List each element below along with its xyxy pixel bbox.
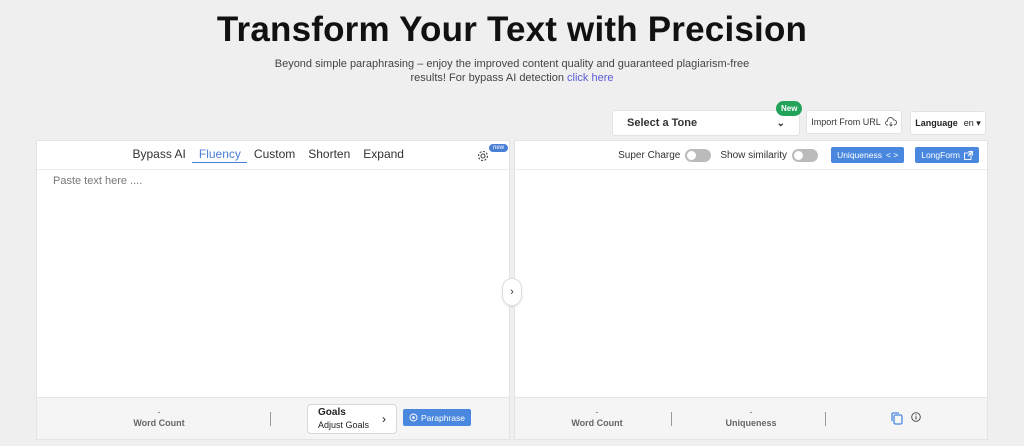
panel-divider xyxy=(37,169,509,170)
settings-new-badge: new xyxy=(489,144,509,152)
chevron-right-icon: › xyxy=(510,286,514,298)
language-label: Language xyxy=(915,118,958,128)
input-panel: Bypass AI Fluency Custom Shorten Expand … xyxy=(36,140,510,440)
subtitle-line-2: results! For bypass AI detection click h… xyxy=(0,71,1024,85)
goals-text: Goals Adjust Goals xyxy=(318,407,369,431)
tab-expand[interactable]: Expand xyxy=(357,147,411,163)
info-icon[interactable] xyxy=(911,412,921,422)
output-toolbar: Super Charge Show similarity Uniqueness … xyxy=(618,147,979,163)
super-charge-label: Super Charge xyxy=(618,149,681,161)
page-title: Transform Your Text with Precision xyxy=(216,10,808,49)
paraphrase-label: Paraphrase xyxy=(421,412,465,423)
longform-button-label: LongForm xyxy=(921,150,960,160)
tone-select[interactable]: Select a Tone ⌄ xyxy=(612,110,800,136)
bypass-ai-link[interactable]: click here xyxy=(567,72,613,84)
word-count-value: - xyxy=(157,407,161,417)
uniqueness-stat: - Uniqueness xyxy=(719,406,783,428)
tab-shorten[interactable]: Shorten xyxy=(302,147,357,163)
longform-button[interactable]: LongForm xyxy=(915,147,979,163)
output-word-count-value: - xyxy=(595,407,599,417)
input-footer: - Word Count Goals Adjust Goals › Paraph… xyxy=(37,397,509,439)
tab-custom[interactable]: Custom xyxy=(247,147,301,163)
footer-divider xyxy=(671,412,672,426)
goals-title: Goals xyxy=(318,407,346,418)
chevron-down-icon: ⌄ xyxy=(776,117,785,129)
input-textarea[interactable]: Paste text here .... xyxy=(53,175,493,187)
language-select[interactable]: Language en ▾ xyxy=(910,111,986,135)
uniqueness-button[interactable]: Uniqueness < > xyxy=(831,147,905,163)
output-word-count-stat: - Word Count xyxy=(567,406,627,428)
import-label: Import From URL xyxy=(811,117,881,127)
word-count-stat: - Word Count xyxy=(129,406,189,428)
cloud-download-icon xyxy=(884,117,897,127)
panel-toggle-button[interactable]: › xyxy=(502,278,522,306)
uniqueness-button-label: Uniqueness xyxy=(837,150,882,160)
output-panel: Super Charge Show similarity Uniqueness … xyxy=(514,140,988,440)
footer-divider xyxy=(270,412,271,426)
sparkle-icon xyxy=(409,413,418,422)
paraphrase-button[interactable]: Paraphrase xyxy=(403,409,471,426)
uniqueness-label: Uniqueness xyxy=(725,418,777,428)
page-subtitle: Beyond simple paraphrasing – enjoy the i… xyxy=(0,57,1024,85)
tone-select-label: Select a Tone xyxy=(627,117,698,129)
language-value: en ▾ xyxy=(964,118,981,129)
goals-button[interactable]: Goals Adjust Goals › xyxy=(307,404,397,434)
tab-fluency[interactable]: Fluency xyxy=(192,147,248,163)
copy-icon[interactable] xyxy=(891,412,903,425)
super-charge-toggle[interactable] xyxy=(685,148,712,162)
output-footer: - Word Count - Uniqueness xyxy=(515,397,987,439)
language-code: en xyxy=(963,117,974,128)
goals-subtitle: Adjust Goals xyxy=(318,420,370,430)
new-badge: New xyxy=(776,101,803,116)
panel-divider xyxy=(515,169,987,170)
code-brackets-icon: < > xyxy=(885,150,899,160)
uniqueness-value: - xyxy=(749,407,753,417)
footer-divider xyxy=(825,412,826,426)
external-link-icon xyxy=(964,150,973,160)
output-word-count-label: Word Count xyxy=(571,418,623,428)
show-similarity-toggle[interactable] xyxy=(792,148,819,162)
gear-icon[interactable] xyxy=(476,149,490,163)
caret-down-icon: ▾ xyxy=(976,117,981,128)
subtitle-line-1: Beyond simple paraphrasing – enjoy the i… xyxy=(274,58,750,70)
subtitle-line-2-text: results! For bypass AI detection xyxy=(410,72,564,84)
import-from-url-button[interactable]: Import From URL xyxy=(806,110,902,134)
mode-tabs: Bypass AI Fluency Custom Shorten Expand xyxy=(126,147,410,163)
tab-bypass-ai[interactable]: Bypass AI xyxy=(126,147,192,163)
word-count-label: Word Count xyxy=(133,418,185,428)
show-similarity-label: Show similarity xyxy=(720,149,788,161)
chevron-right-icon: › xyxy=(382,412,386,426)
